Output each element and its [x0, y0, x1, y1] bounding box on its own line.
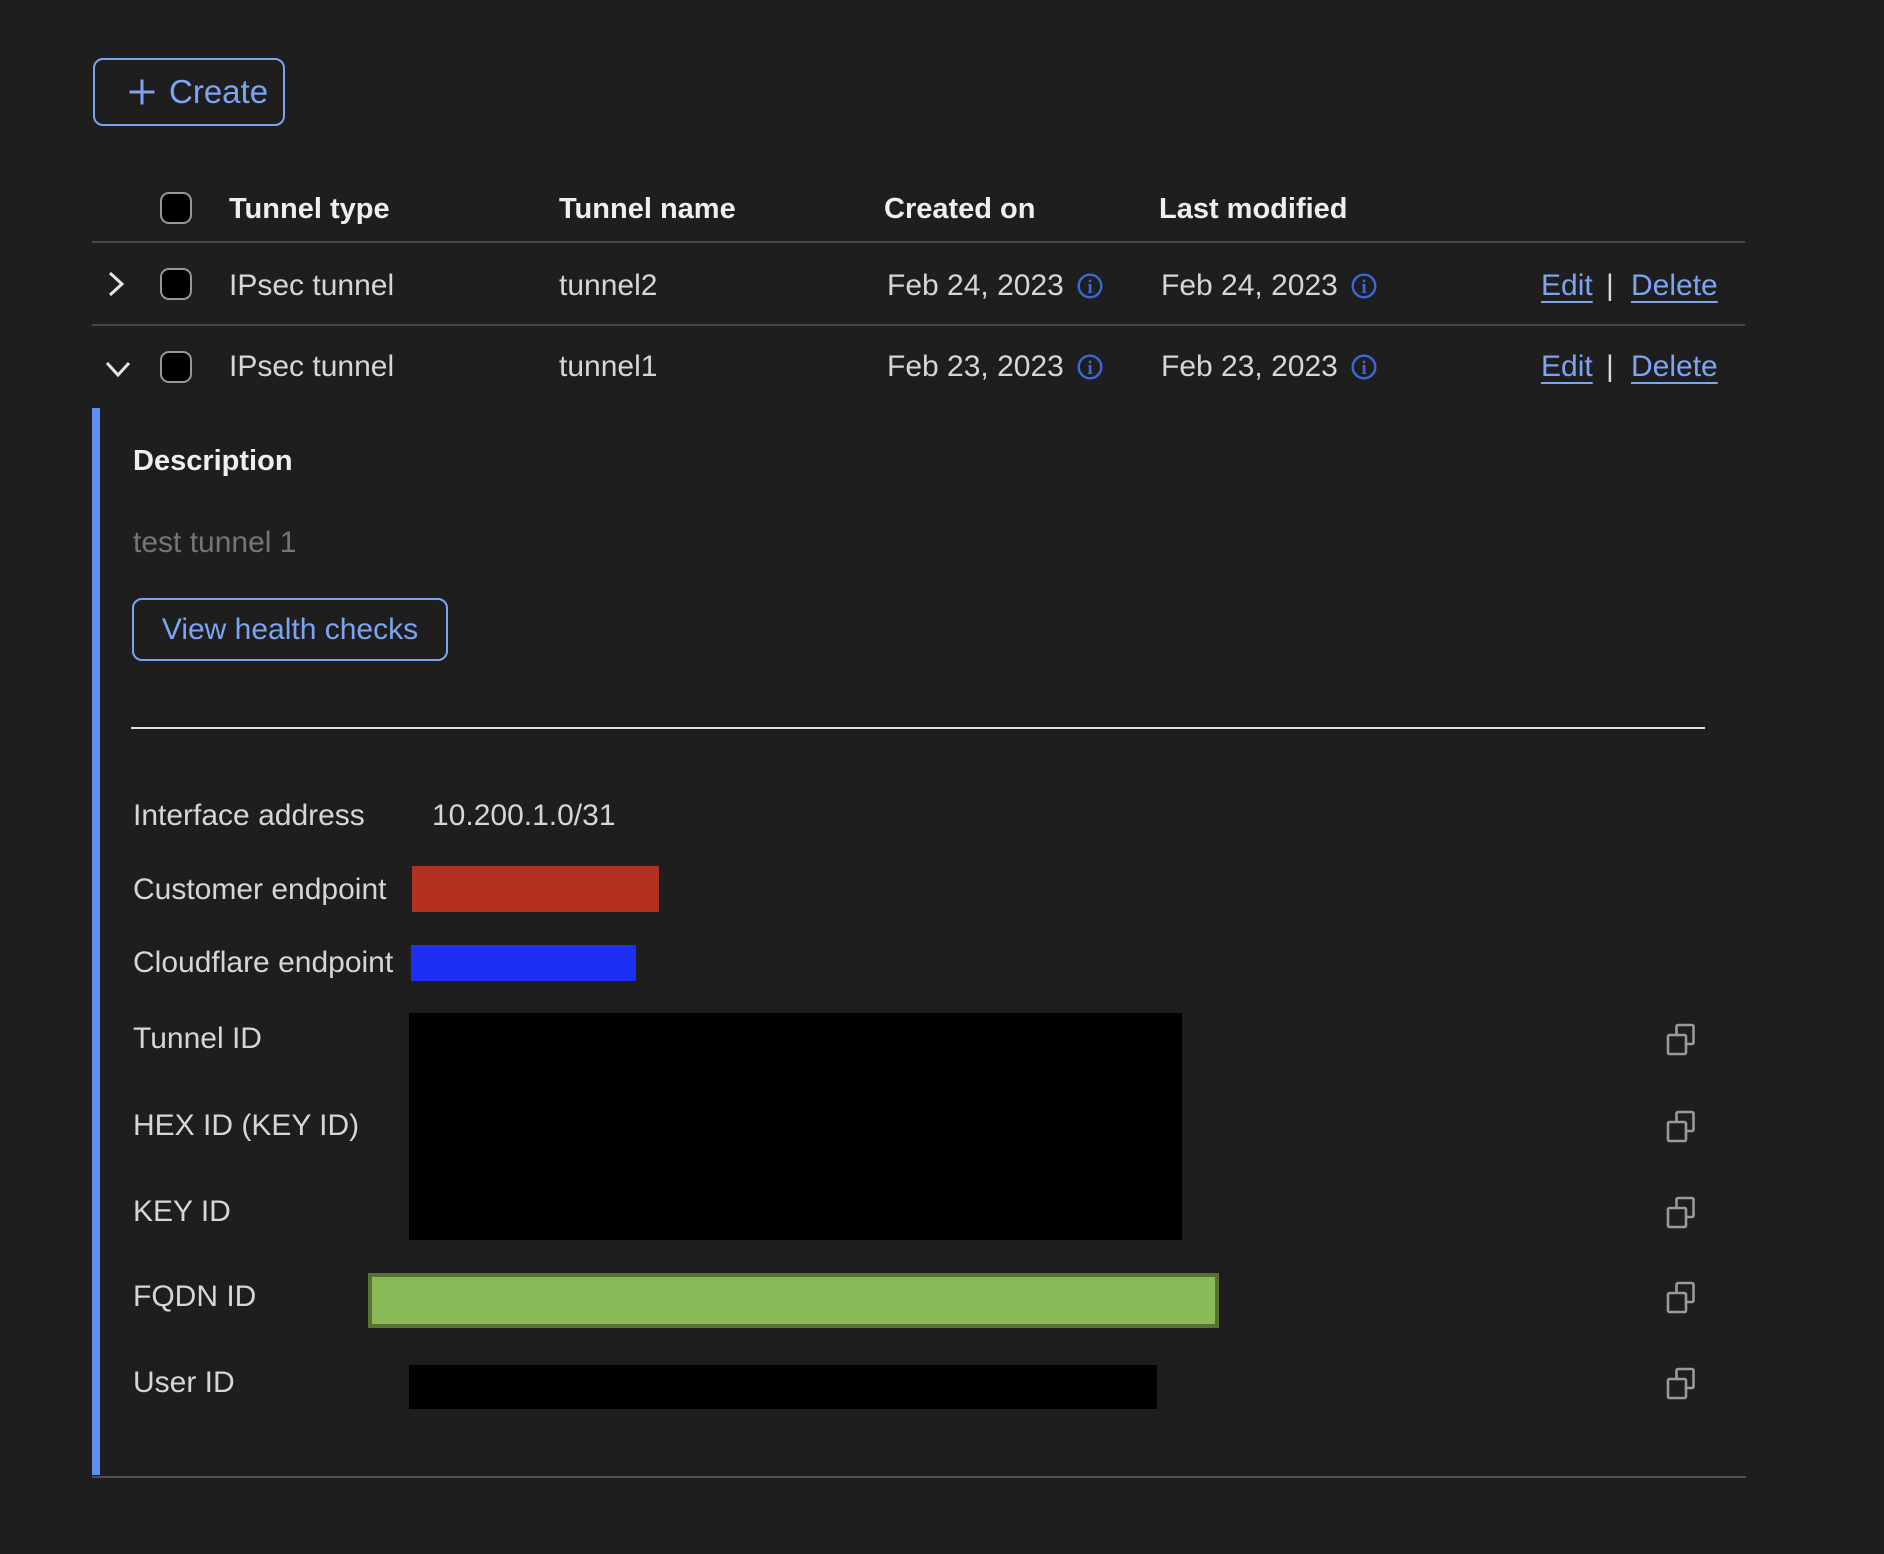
svg-text:i: i — [1087, 358, 1092, 379]
svg-text:i: i — [1087, 277, 1092, 298]
svg-text:i: i — [1361, 358, 1366, 379]
svg-text:i: i — [1361, 277, 1366, 298]
